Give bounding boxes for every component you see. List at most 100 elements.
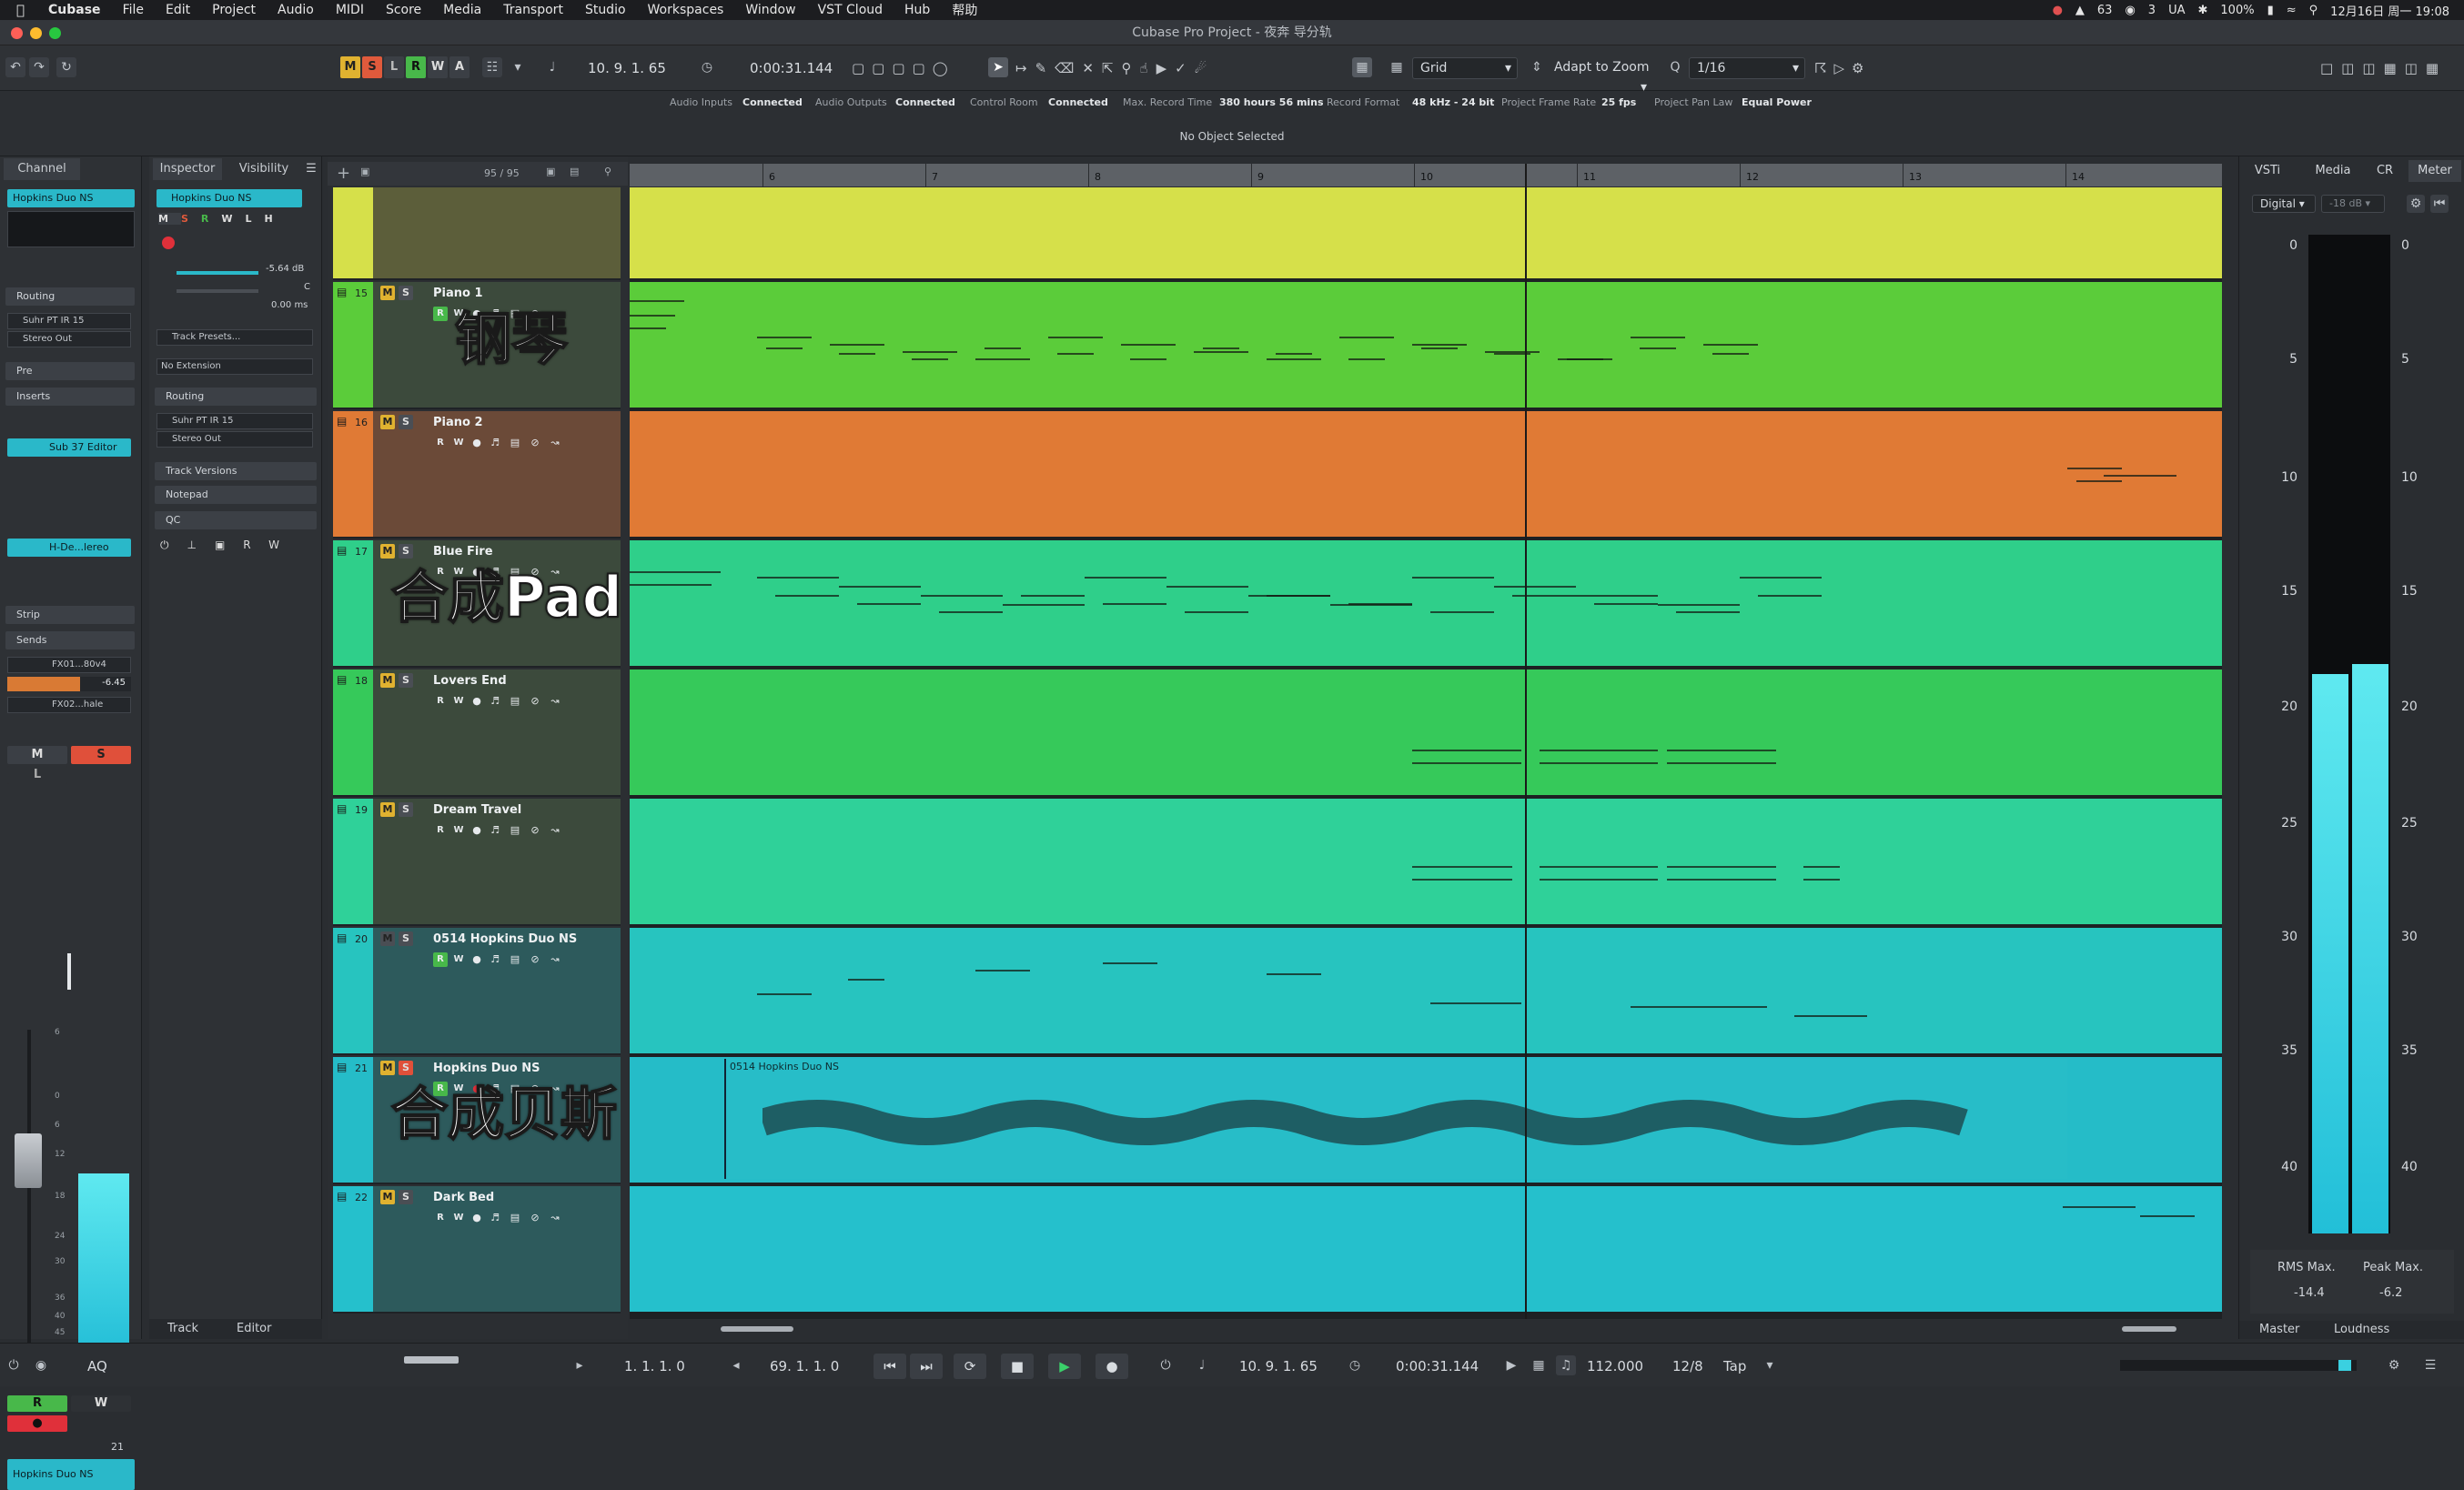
track-mute-button[interactable]: M (380, 802, 395, 817)
object-selection-tool-icon[interactable]: ➤ (988, 57, 1008, 77)
track-color-strip[interactable] (333, 669, 373, 795)
midi-note[interactable] (1267, 973, 1321, 975)
channel-eq-thumbnail[interactable] (7, 211, 135, 247)
track-search-icon[interactable]: ⚲ (604, 166, 611, 177)
midi-note[interactable] (1021, 595, 1085, 597)
channel-name-chip[interactable]: Hopkins Duo NS (7, 189, 135, 207)
transport-level-slider[interactable] (404, 1356, 459, 1364)
track-freeze-icon[interactable]: ⊘ (528, 1211, 542, 1225)
track-mute-button[interactable]: M (380, 415, 395, 429)
position-display[interactable]: 10. 9. 1. 65 (588, 56, 666, 80)
transport-time-display[interactable]: 0:00:31.144 (1396, 1354, 1479, 1378)
track-header[interactable]: ▤ 16 M S Piano 2 R W ● ♬ ▤ ⊘ ↝ (333, 411, 621, 539)
horizontal-scrollbar[interactable] (630, 1319, 2222, 1339)
midi-note[interactable] (1048, 337, 1103, 338)
midi-note[interactable] (1267, 595, 1330, 597)
midi-note[interactable] (1203, 347, 1239, 349)
send-slot-2[interactable]: FX02...hale (7, 697, 131, 713)
track-expand-icon[interactable]: ▤ (337, 931, 347, 944)
track-record-enable-icon[interactable]: ● (470, 823, 484, 838)
midi-note[interactable] (1121, 344, 1176, 346)
channel-solo-button[interactable]: S (71, 746, 131, 764)
menu-file[interactable]: File (112, 3, 155, 17)
aq-button[interactable]: AQ (87, 1354, 107, 1378)
midi-note[interactable] (2076, 480, 2122, 482)
track-header[interactable]: ▤ 19 M S Dream Travel R W ● ♬ ▤ ⊘ ↝ (333, 799, 621, 926)
track-expand-icon[interactable]: ▤ (337, 1190, 347, 1203)
track-edit-icon[interactable]: ▤ (508, 823, 522, 838)
midi-note[interactable] (1494, 586, 1576, 588)
midi-note[interactable] (1166, 586, 1248, 588)
inspector-input-routing[interactable]: Suhr PT IR 15 (157, 413, 313, 429)
transport-position-display[interactable]: 10. 9. 1. 65 (1239, 1354, 1318, 1378)
midi-note[interactable] (1758, 595, 1822, 597)
time-display[interactable]: 0:00:31.144 (750, 56, 833, 80)
track-color-strip[interactable] (333, 187, 373, 278)
project-window[interactable]: 6 7 8 9 10 11 12 13 14 0514 Hopkins Duo NS (630, 164, 2222, 1339)
meter-reference-select[interactable]: -18 dB ▾ (2321, 195, 2385, 213)
dropdown-chevron-icon[interactable]: ▾ (508, 57, 528, 77)
track-name[interactable]: Lovers End (433, 674, 507, 688)
menu-score[interactable]: Score (375, 3, 432, 17)
track-read-button[interactable]: R (433, 823, 448, 838)
undo-icon[interactable]: ↶ (5, 57, 25, 77)
midi-note[interactable] (1412, 866, 1512, 868)
automation-mode-button[interactable]: A (449, 56, 470, 78)
midi-note[interactable] (1348, 603, 1412, 605)
midi-note[interactable] (830, 344, 884, 346)
tab-editor[interactable]: Editor (237, 1322, 271, 1335)
left-locator-icon[interactable]: ▸ (570, 1355, 590, 1375)
track-color-strip[interactable] (333, 282, 373, 408)
track-presets-select[interactable]: Track Presets... (157, 329, 313, 346)
go-to-end-button[interactable]: ⏭ (910, 1354, 943, 1379)
midi-note[interactable] (839, 353, 875, 355)
midi-note[interactable] (1421, 347, 1458, 349)
global-mute-button[interactable]: M (340, 56, 360, 78)
track-record-enable-icon[interactable]: ● (470, 436, 484, 450)
channel-read-button[interactable]: R (7, 1395, 67, 1412)
midi-note[interactable] (1667, 879, 1776, 881)
midi-note[interactable] (1412, 750, 1521, 751)
quantize-icon[interactable]: Q (1665, 57, 1685, 77)
right-locator-display[interactable]: 69. 1. 1. 0 (770, 1354, 839, 1378)
section-strip[interactable]: Strip (5, 606, 135, 624)
track-lanes-icon[interactable]: ↝ (548, 952, 562, 967)
project-cursor[interactable] (1525, 164, 1527, 1339)
track-freeze-icon[interactable]: ⊘ (528, 952, 542, 967)
track-visibility-icon[interactable]: ▣ (546, 166, 555, 177)
grid-zoom-select[interactable]: Adapt to Zoom ▾ (1547, 57, 1652, 95)
track-mute-button[interactable]: M (380, 544, 395, 559)
track-edit-icon[interactable]: ▤ (508, 1211, 522, 1225)
grid-spacing-icon[interactable]: ⇕ (1527, 57, 1547, 77)
midi-note[interactable] (921, 595, 1003, 597)
midi-note[interactable] (630, 327, 666, 329)
track-read-button[interactable]: R (433, 307, 448, 321)
minimize-window-icon[interactable] (30, 27, 42, 39)
midi-note[interactable] (1348, 358, 1385, 360)
midi-note[interactable] (1339, 337, 1394, 338)
track-record-enable-icon[interactable]: ● (470, 694, 484, 709)
transport-menu-icon[interactable]: ☰ (2420, 1355, 2440, 1375)
stop-button[interactable]: ■ (1001, 1354, 1034, 1379)
record-mode-icon[interactable]: ◉ (31, 1355, 51, 1375)
midi-note[interactable] (1085, 577, 1166, 579)
midi-note[interactable] (630, 315, 675, 317)
midi-note[interactable] (903, 351, 957, 353)
inspector-record-enable[interactable] (162, 237, 175, 249)
track-lane[interactable] (630, 669, 2222, 797)
track-read-button[interactable]: R (433, 436, 448, 450)
extension-select[interactable]: No Extension (157, 358, 313, 375)
track-edit-icon[interactable]: ▤ (508, 694, 522, 709)
metronome-settings-icon[interactable]: ▦ (1529, 1355, 1549, 1375)
channel-write-button[interactable]: W (71, 1395, 131, 1412)
track-color-strip[interactable] (333, 928, 373, 1053)
track-color-strip[interactable] (333, 799, 373, 924)
track-read-button[interactable]: R (433, 952, 448, 967)
channel-footer-name[interactable]: Hopkins Duo NS (7, 1459, 135, 1490)
midi-note[interactable] (857, 603, 921, 605)
go-to-start-button[interactable]: ⏮ (874, 1354, 906, 1379)
section-sends[interactable]: Sends (5, 631, 135, 649)
play-button[interactable]: ▶ (1048, 1354, 1081, 1379)
inspector-section-qc[interactable]: QC (155, 511, 317, 529)
qc-tools[interactable]: ⏻⊥▣RW (160, 539, 315, 557)
